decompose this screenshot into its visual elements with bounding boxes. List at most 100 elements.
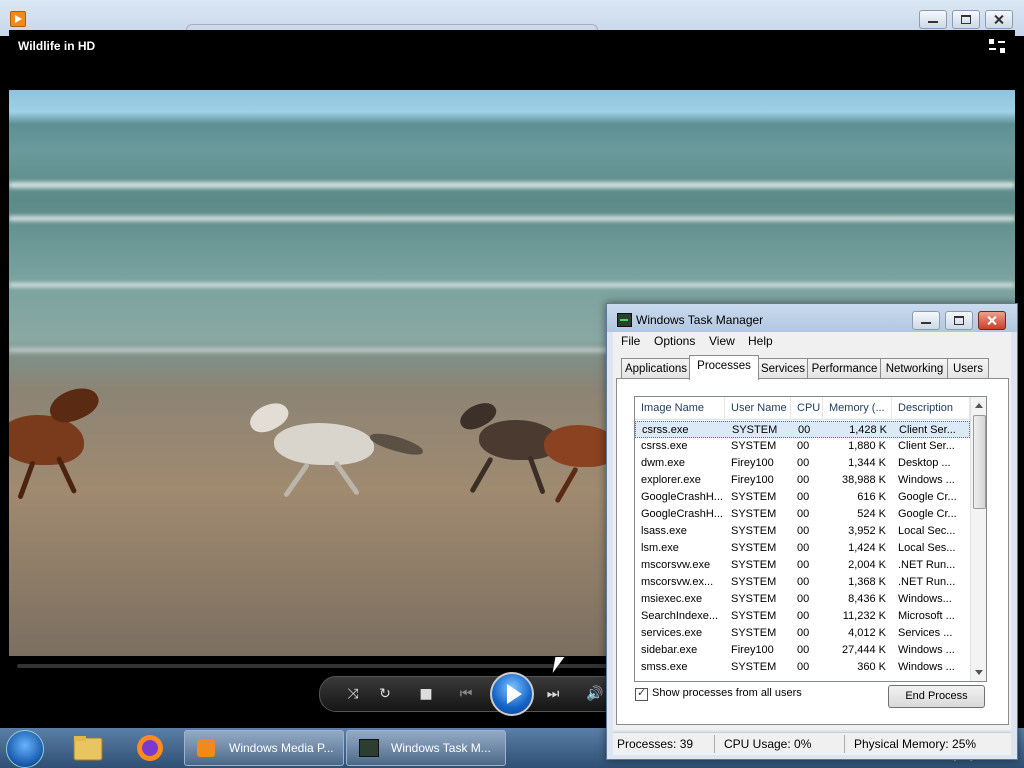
cell-cpu: 00 (797, 559, 810, 571)
cell-description: Windows ... (898, 474, 955, 486)
window-title: Windows Task Manager (636, 313, 764, 327)
cell-memory: 1,424 K (848, 542, 886, 554)
status-memory: Physical Memory: 25% (854, 737, 977, 751)
cell-memory: 4,012 K (848, 627, 886, 639)
cell-user-name: SYSTEM (731, 661, 777, 673)
previous-icon[interactable]: ⏮ (455, 683, 477, 705)
close-button[interactable] (985, 10, 1013, 29)
cell-cpu: 00 (797, 627, 810, 639)
now-playing-header: Wildlife in HD (9, 30, 1015, 90)
status-cpu: CPU Usage: 0% (724, 737, 812, 751)
status-divider (714, 735, 715, 753)
cell-user-name: SYSTEM (731, 542, 777, 554)
end-process-button[interactable]: End Process (888, 685, 985, 708)
task-manager-icon (617, 313, 632, 327)
table-row[interactable]: csrss.exe SYSTEM 00 1,880 K Client Ser... (635, 438, 970, 455)
table-row[interactable]: sidebar.exe Firey100 00 27,444 K Windows ... (635, 642, 970, 659)
tab-services[interactable]: Services (757, 358, 809, 379)
column-cpu[interactable]: CPU (791, 397, 823, 419)
task-manager-body: Applications Processes Services Performa… (613, 352, 1011, 730)
minimize-button[interactable] (912, 311, 940, 330)
tab-users[interactable]: Users (947, 358, 989, 379)
cell-user-name: SYSTEM (731, 525, 777, 537)
seek-bar[interactable] (17, 664, 607, 668)
scroll-thumb[interactable] (973, 415, 986, 509)
table-row[interactable]: GoogleCrashH... SYSTEM 00 524 K Google Cr... (635, 506, 970, 523)
cell-memory: 1,428 K (849, 424, 887, 436)
table-row[interactable]: dwm.exe Firey100 00 1,344 K Desktop ... (635, 455, 970, 472)
maximize-button[interactable] (945, 311, 973, 330)
task-manager-titlebar[interactable]: Windows Task Manager (607, 304, 1017, 332)
minimize-button[interactable] (919, 10, 947, 29)
folder-icon[interactable] (64, 732, 112, 764)
menu-view[interactable]: View (709, 334, 735, 348)
firefox-icon[interactable] (126, 732, 174, 764)
maximize-button[interactable] (952, 10, 980, 29)
next-icon[interactable]: ⏭ (542, 683, 564, 705)
cell-memory: 524 K (857, 508, 886, 520)
cell-user-name: SYSTEM (731, 491, 777, 503)
cell-memory: 2,004 K (848, 559, 886, 571)
table-row[interactable]: lsm.exe SYSTEM 00 1,424 K Local Ses... (635, 540, 970, 557)
task-manager-window: Windows Task Manager File Options View H… (606, 303, 1018, 760)
table-row[interactable]: SearchIndexe... SYSTEM 00 11,232 K Microsoft… (635, 608, 970, 625)
cell-image-name: csrss.exe (641, 440, 688, 452)
scroll-down-icon[interactable] (975, 670, 983, 675)
cell-description: Windows... (898, 593, 952, 605)
cell-memory: 1,880 K (848, 440, 886, 452)
tab-applications[interactable]: Applications (621, 358, 691, 379)
column-user-name[interactable]: User Name (725, 397, 791, 419)
repeat-icon[interactable]: ↻ (374, 683, 396, 705)
tab-networking[interactable]: Networking (880, 358, 949, 379)
column-memory[interactable]: Memory (... (823, 397, 892, 419)
taskbar-media-player[interactable]: Windows Media P... (184, 730, 344, 766)
status-divider (844, 735, 845, 753)
wave (9, 182, 1015, 188)
stop-icon[interactable]: ■ (415, 683, 437, 705)
vertical-scrollbar[interactable] (970, 397, 986, 681)
cell-description: .NET Run... (898, 559, 956, 571)
switch-to-library-icon[interactable] (988, 38, 1006, 54)
table-row[interactable]: services.exe SYSTEM 00 4,012 K Services ... (635, 625, 970, 642)
table-row[interactable]: mscorsvw.exe SYSTEM 00 2,004 K .NET Run... (635, 557, 970, 574)
menu-options[interactable]: Options (654, 334, 695, 348)
cell-memory: 8,436 K (848, 593, 886, 605)
cell-image-name: GoogleCrashH... (641, 508, 723, 520)
menu-file[interactable]: File (621, 334, 640, 348)
play-button[interactable] (490, 672, 534, 716)
tab-performance[interactable]: Performance (807, 358, 882, 379)
taskbar-task-manager[interactable]: Windows Task M... (346, 730, 506, 766)
menu-bar: File Options View Help (613, 332, 1011, 352)
horse-leg (282, 462, 311, 498)
table-row[interactable]: mscorsvw.ex... SYSTEM 00 1,368 K .NET Run... (635, 574, 970, 591)
column-image-name[interactable]: Image Name (635, 397, 725, 419)
shuffle-icon[interactable]: ⤨ (342, 683, 364, 705)
show-all-users-checkbox[interactable] (635, 686, 648, 701)
table-row[interactable]: explorer.exe Firey100 00 38,988 K Windows ..… (635, 472, 970, 489)
cell-description: Windows ... (898, 644, 955, 656)
table-row[interactable]: lsass.exe SYSTEM 00 3,952 K Local Sec... (635, 523, 970, 540)
column-description[interactable]: Description (892, 397, 970, 419)
table-row[interactable]: GoogleCrashH... SYSTEM 00 616 K Google Cr... (635, 489, 970, 506)
cell-cpu: 00 (797, 661, 810, 673)
horse-leg (554, 466, 579, 504)
video-title: Wildlife in HD (18, 39, 96, 53)
table-row[interactable]: csrss.exe SYSTEM 00 1,428 K Client Ser... (635, 421, 970, 438)
scroll-up-icon[interactable] (975, 403, 983, 408)
cell-user-name: SYSTEM (732, 424, 778, 436)
cell-description: Local Ses... (898, 542, 956, 554)
start-button[interactable] (6, 730, 44, 768)
cell-image-name: csrss.exe (642, 424, 689, 436)
show-all-users-label[interactable]: Show processes from all users (652, 687, 802, 699)
cell-image-name: mscorsvw.ex... (641, 576, 714, 588)
cell-description: Google Cr... (898, 508, 957, 520)
close-button[interactable] (978, 311, 1006, 330)
cell-image-name: sidebar.exe (641, 644, 698, 656)
menu-help[interactable]: Help (748, 334, 773, 348)
table-row[interactable]: smss.exe SYSTEM 00 360 K Windows ... (635, 659, 970, 676)
volume-icon[interactable]: 🔊 (584, 683, 606, 705)
table-row[interactable]: msiexec.exe SYSTEM 00 8,436 K Windows... (635, 591, 970, 608)
horse (9, 415, 84, 465)
tab-processes[interactable]: Processes (689, 355, 759, 380)
cell-cpu: 00 (797, 440, 810, 452)
